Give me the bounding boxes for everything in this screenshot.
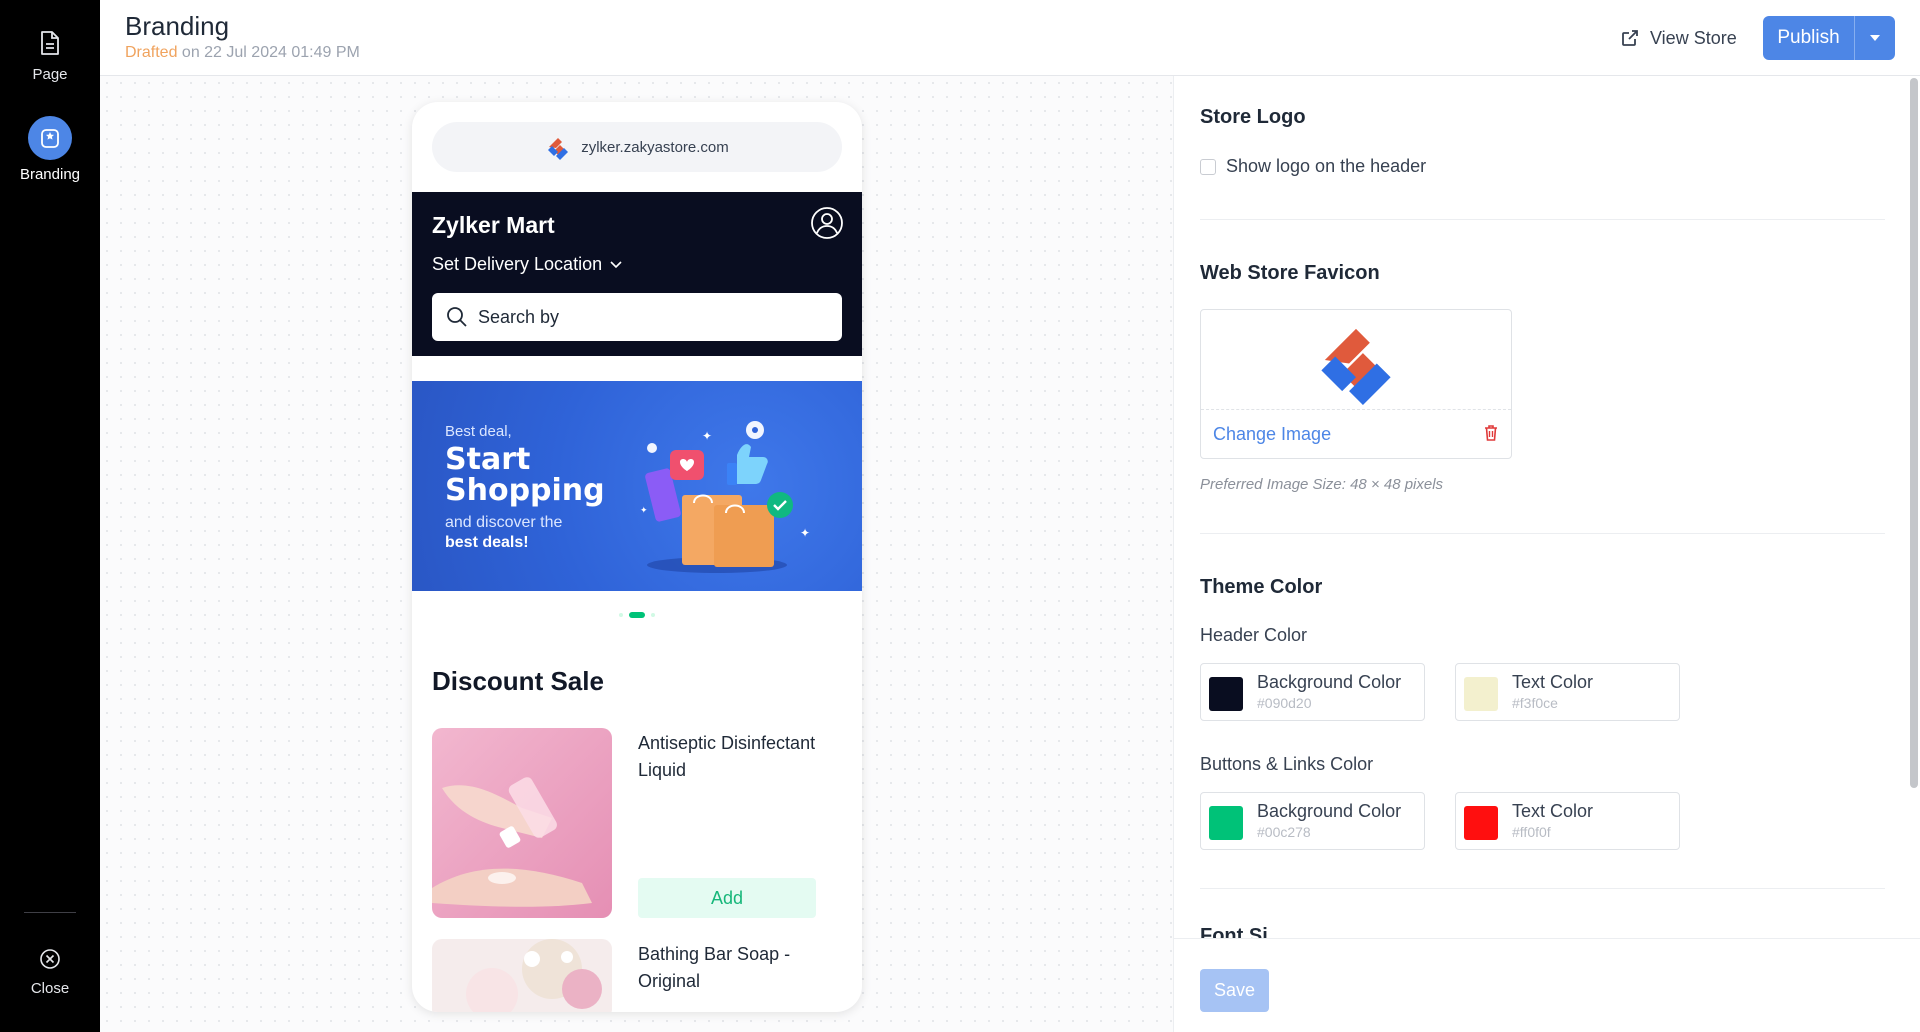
divider [1200,533,1885,534]
header-bg-color-picker[interactable]: Background Color #090d20 [1200,663,1425,721]
rail-label-branding: Branding [19,166,81,183]
banner-headline: Start Shopping [445,444,605,506]
view-store-label: View Store [1650,27,1737,48]
product-image [432,939,612,1012]
drafted-date: on 22 Jul 2024 01:49 PM [177,44,360,61]
carousel-dot[interactable] [651,613,655,617]
rail-label-close: Close [30,980,70,997]
save-button[interactable]: Save [1200,969,1269,1012]
header-text-value: #f3f0ce [1512,695,1558,711]
rail-item-branding[interactable]: Branding [0,116,100,183]
button-text-swatch[interactable] [1464,806,1498,840]
banner-line-2: Start [445,442,531,477]
header-text-swatch[interactable] [1464,677,1498,711]
store-header: Zylker Mart Set Delivery Location Search… [412,192,862,356]
trash-icon[interactable] [1483,424,1499,442]
carousel-dot-active[interactable] [629,612,645,618]
rail-item-close[interactable]: Close [0,948,100,997]
button-text-label: Text Color [1512,801,1594,821]
product-name: Bathing Bar Soap - Original [638,944,791,991]
page-title: Branding [125,11,230,41]
shopping-bag-illustration: ✦ ✦ ✦ [640,421,810,573]
button-bg-value: #00c278 [1257,824,1311,840]
drafted-word: Drafted [125,44,178,61]
promo-banner[interactable]: Best deal, Start Shopping and discover t… [412,381,862,591]
header-color-label: Header Color [1200,625,1308,645]
store-search-input[interactable]: Search by [432,293,842,341]
banner-line-3: Shopping [445,473,605,508]
button-bg-label: Background Color [1257,801,1402,821]
header-bg-swatch[interactable] [1209,677,1243,711]
svg-text:✦: ✦ [702,429,712,443]
store-logo-icon [548,138,569,160]
panel-scrollbar-thumb[interactable] [1910,78,1918,788]
product-image [432,728,612,918]
product-card[interactable]: Antiseptic Disinfectant Liquid Add [432,728,842,918]
close-icon [40,949,60,969]
publish-button[interactable]: Publish [1763,16,1854,60]
divider [1200,219,1885,220]
banner-line-4: and discover the [445,514,563,531]
show-logo-option[interactable]: Show logo on the header [1200,156,1426,177]
divider [1200,888,1885,889]
favicon-preview [1201,310,1511,410]
button-bg-swatch[interactable] [1209,806,1243,840]
banner-line-5: best deals! [445,534,529,551]
product-name: Antiseptic Disinfectant Liquid [638,733,816,780]
header-bg-label: Background Color [1257,672,1402,692]
header-text-label: Text Color [1512,672,1594,692]
delivery-location-label: Set Delivery Location [432,254,603,274]
save-bar: Save [1174,938,1920,1032]
header-text-color-picker[interactable]: Text Color #f3f0ce [1455,663,1680,721]
favicon-uploader: Change Image [1200,309,1512,459]
branding-settings-panel: Store Logo Show logo on the header Web S… [1173,76,1920,1032]
draft-status: Drafted on 22 Jul 2024 01:49 PM [125,44,360,62]
panel-scrollbar[interactable] [1908,76,1920,938]
button-bg-color-picker[interactable]: Background Color #00c278 [1200,792,1425,850]
section-title-theme-color: Theme Color [1200,576,1323,598]
top-header: Branding Drafted on 22 Jul 2024 01:49 PM… [100,0,1920,76]
change-image-link[interactable]: Change Image [1213,424,1331,445]
chevron-down-icon [610,260,622,268]
section-title-discount-sale: Discount Sale [432,666,604,696]
carousel-dot[interactable] [619,613,623,617]
add-to-cart-button[interactable]: Add [638,878,816,918]
show-logo-label: Show logo on the header [1226,156,1427,176]
external-link-icon [1622,30,1638,46]
caret-down-icon [1870,35,1880,41]
section-title-store-logo: Store Logo [1200,106,1306,128]
banner-line-1: Best deal, [445,423,512,440]
header-bg-value: #090d20 [1257,695,1312,711]
product-card[interactable]: Bathing Bar Soap - Original [432,939,842,1012]
view-store-link[interactable]: View Store [1620,24,1737,52]
carousel-dots [412,612,862,618]
mobile-preview: zylker.zakyastore.com Zylker Mart Set De… [412,102,862,1012]
button-text-color-picker[interactable]: Text Color #ff0f0f [1455,792,1680,850]
button-text-value: #ff0f0f [1512,824,1551,840]
publish-dropdown-toggle[interactable] [1855,16,1895,60]
store-name: Zylker Mart [432,212,555,238]
buttons-links-color-label: Buttons & Links Color [1200,754,1374,774]
search-placeholder: Search by [478,306,560,327]
section-title-favicon: Web Store Favicon [1200,262,1380,284]
show-logo-checkbox[interactable] [1200,158,1216,175]
user-account-icon[interactable] [810,206,844,240]
favicon-logo-icon [1321,328,1391,405]
publish-button-group: Publish [1763,16,1895,60]
banner-tagline: and discover the best deals! [445,513,562,553]
svg-text:✦: ✦ [640,506,648,516]
rail-item-page[interactable]: Page [0,30,100,83]
search-icon [447,307,467,327]
page-icon [41,31,59,55]
store-url: zylker.zakyastore.com [581,138,729,156]
rail-label-page: Page [32,66,68,83]
url-bar: zylker.zakyastore.com [432,122,842,172]
preview-canvas: zylker.zakyastore.com Zylker Mart Set De… [100,76,1173,1032]
left-rail: Page Branding Close [0,0,100,1032]
svg-text:✦: ✦ [800,526,810,540]
favicon-size-hint: Preferred Image Size: 48 × 48 pixels [1200,476,1444,493]
delivery-location-selector[interactable]: Set Delivery Location [432,254,622,275]
rail-divider [24,912,76,913]
branding-icon [28,116,72,160]
